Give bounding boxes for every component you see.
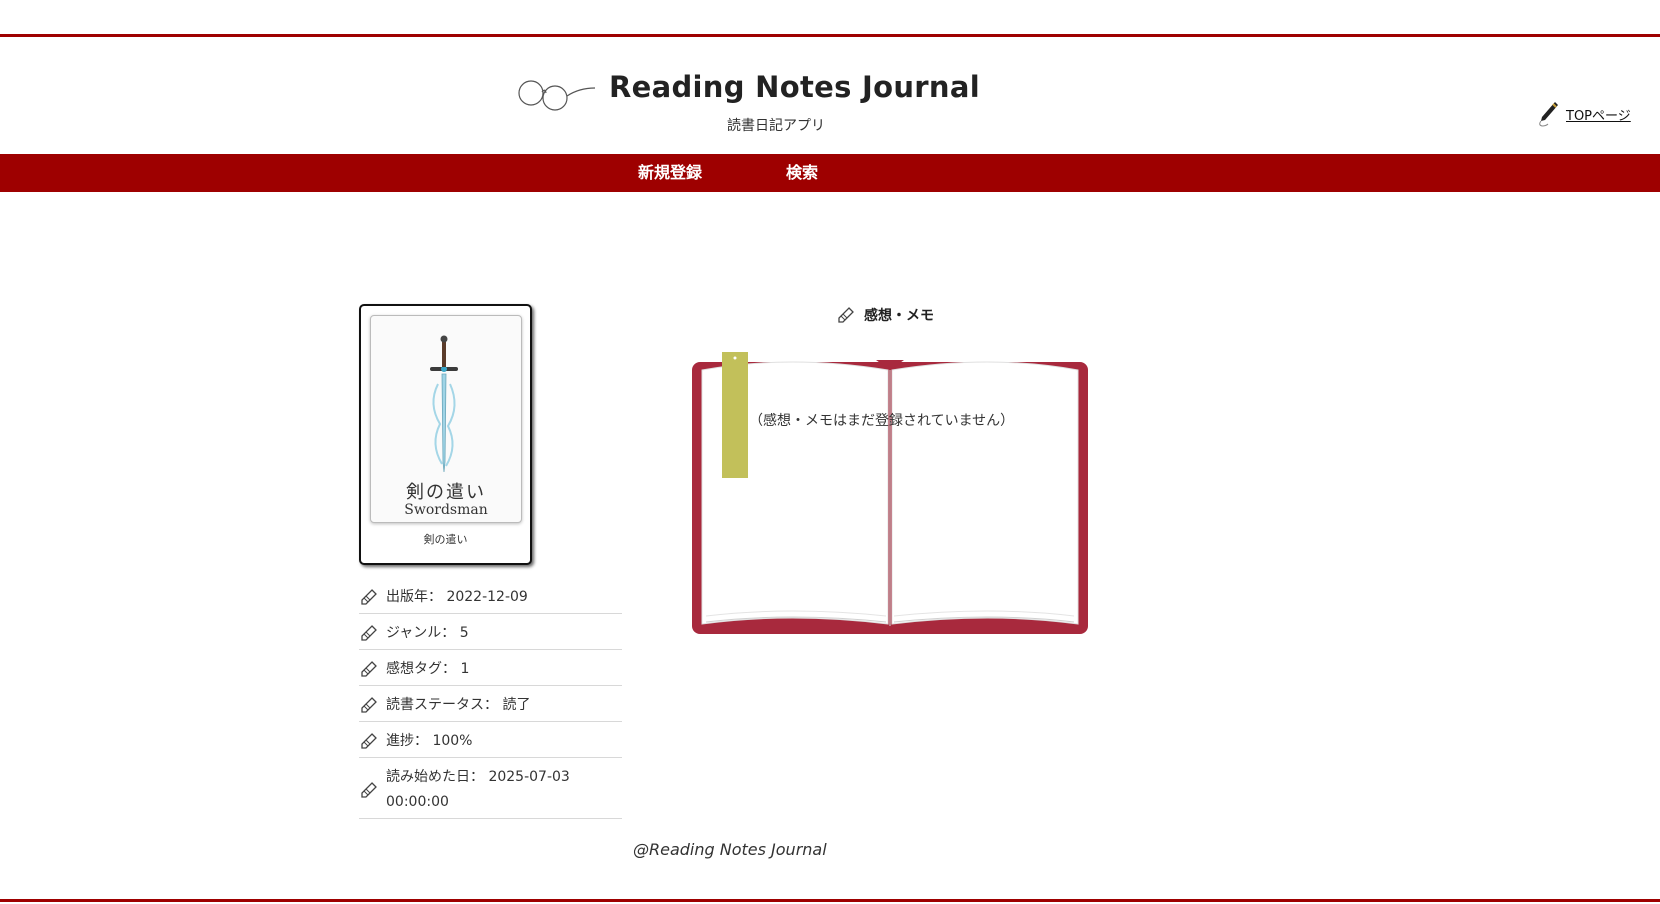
nav-bar: 新規登録 検索 [0,154,1660,192]
brand-header: Reading Notes Journal 読書日記アプリ [517,68,980,138]
cover-title-japanese: 剣の遣い [406,482,486,503]
memo-empty-message: （感想・メモはまだ登録されていません） [749,413,1015,429]
pencil-icon [838,307,854,323]
detail-value: 5 [459,625,469,641]
book-title-caption: 剣の遣い [423,533,468,546]
detail-start-date: 読み始めた日： 2025-07-03 00:00:00 [359,758,622,819]
detail-value: 読了 [502,697,531,713]
detail-label: ジャンル： [386,625,456,641]
detail-value: 100% [432,733,473,749]
detail-label: 読み始めた日： [386,769,484,785]
detail-label: 出版年： [386,589,442,605]
pencil-icon [361,697,377,713]
book-cover-image: 剣の遣い Swordsman [370,315,522,523]
detail-impression-tag: 感想タグ： 1 [359,650,622,686]
cover-title-english: Swordsman [404,502,488,518]
detail-genre: ジャンル： 5 [359,614,622,650]
detail-progress: 進捗： 100% [359,722,622,758]
nav-new-registration[interactable]: 新規登録 [638,154,702,192]
detail-publish-year: 出版年： 2022-12-09 [359,578,622,614]
memo-heading: 感想・メモ [838,304,934,326]
pencil-icon [361,625,377,641]
book-cover-card[interactable]: 剣の遣い Swordsman 剣の遣い [359,304,532,565]
detail-value: 2022-12-09 [446,589,528,605]
top-page-link[interactable]: TOPページ [1536,100,1631,128]
detail-reading-status: 読書ステータス： 読了 [359,686,622,722]
detail-label: 読書ステータス： [386,697,498,713]
detail-value: 1 [460,661,470,677]
open-notebook [690,350,1090,636]
fountain-pen-icon [1539,102,1558,127]
pencil-icon [361,589,377,605]
pencil-icon [361,733,377,749]
top-divider [0,34,1660,37]
open-book-icon [692,352,1088,634]
memo-heading-text: 感想・メモ [864,308,934,324]
book-detail-list: 出版年： 2022-12-09 ジャンル： 5 感想タグ： 1 読書ステータス：… [359,578,622,819]
sword-icon [430,335,458,473]
glasses-icon [518,80,596,111]
pencil-icon [361,782,377,798]
pencil-icon [361,661,377,677]
nav-search[interactable]: 検索 [786,154,818,192]
footer-credit: @Reading Notes Journal [633,840,827,859]
top-page-link-text[interactable]: TOPページ [1566,105,1631,124]
bottom-divider [0,899,1660,902]
app-subtitle: 読書日記アプリ [727,118,825,134]
detail-label: 感想タグ： [386,661,456,677]
detail-label: 進捗： [386,733,428,749]
app-title: Reading Notes Journal [609,70,980,104]
